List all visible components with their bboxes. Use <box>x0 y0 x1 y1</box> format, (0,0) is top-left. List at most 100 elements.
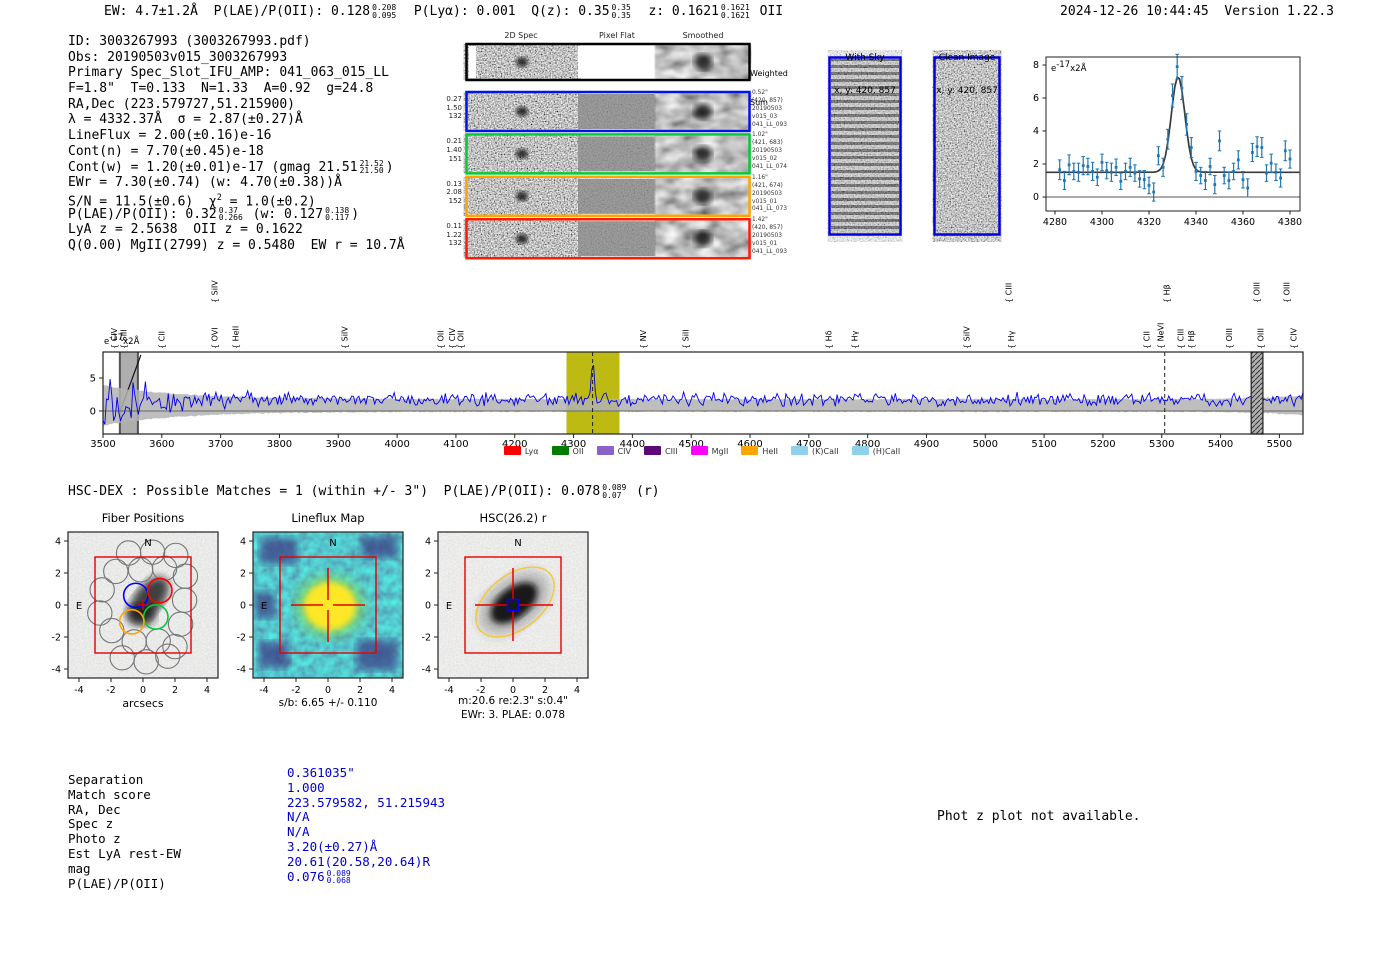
match-row-value: 223.579582, 51.215943 <box>287 794 446 810</box>
svg-text:{ SiIV: { SiIV <box>341 326 350 349</box>
svg-text:5000: 5000 <box>973 439 998 450</box>
spec2d-row-annotation: 1.42" (420, 857) 20190503 v015_01 041_LL_093 <box>752 217 787 255</box>
svg-text:-4: -4 <box>422 665 431 676</box>
fiber-positions-title: Fiber Positions <box>101 511 185 525</box>
svg-text:{ Hβ: { Hβ <box>1162 284 1171 303</box>
svg-text:-4: -4 <box>52 665 61 676</box>
spec2d-row-annotation: 1.16" (421, 674) 20190503 v015_01 041_LL_073 <box>752 174 787 213</box>
match-row-value: 0.361035" <box>287 765 355 780</box>
svg-text:-2: -2 <box>237 633 246 644</box>
svg-text:5: 5 <box>90 374 96 385</box>
timestamp-version: 2024-12-26 10:44:45 Version 1.22.3 <box>1060 4 1334 19</box>
svg-text:0: 0 <box>55 601 61 612</box>
svg-text:N: N <box>514 538 521 549</box>
match-row-label: Separation <box>68 772 144 787</box>
svg-text:0: 0 <box>90 407 96 418</box>
svg-text:2: 2 <box>425 569 431 580</box>
legend-swatch <box>741 446 759 455</box>
legend-label: OII <box>572 447 584 456</box>
match-row-label: P(LAE)/P(OII) <box>68 875 166 891</box>
match-row-value: N/A <box>287 809 310 825</box>
svg-text:4: 4 <box>55 537 61 548</box>
match-row-label: mag <box>68 860 91 876</box>
svg-text:4280: 4280 <box>1043 217 1067 228</box>
svg-text:-4: -4 <box>259 685 268 696</box>
svg-text:-2: -2 <box>52 633 61 644</box>
svg-text:0: 0 <box>1033 192 1039 203</box>
info-line: RA,Dec (223.579727,51.215900) <box>68 96 295 112</box>
hsc-subtitle-2: EWr: 3. PLAE: 0.078 <box>460 709 566 721</box>
hsc-cutout-title: HSC(26.2) r <box>479 511 547 525</box>
svg-text:4: 4 <box>389 685 395 696</box>
svg-text:0: 0 <box>240 601 246 612</box>
main-spectrum-plot: 3500 3600 3700 3800 3900 4000 4100 4200 4300 4400… <box>90 351 1304 450</box>
legend-item: HeII <box>741 446 778 456</box>
svg-text:E: E <box>76 601 82 612</box>
svg-text:{ CIII: { CIII <box>1176 329 1185 349</box>
match-table-values: 0.361035" 1.000 223.579582, 51.215943 N/A N/… <box>287 765 446 884</box>
hsc-subtitle-1: m:20.6 re:2.3" s:0.4" <box>458 695 568 707</box>
match-row-value: 20.61(20.58,20.64)R <box>287 853 430 869</box>
line-fit-plot: 4280 4300 4320 4340 4360 4380 0 2 4 6 8 <box>1033 53 1302 228</box>
svg-text:{ OIII: { OIII <box>1256 328 1265 349</box>
spec2d-header-pixelflat: Pixel Flat <box>599 31 635 40</box>
spectrum-units-annotation: e-17x2Å <box>104 333 140 347</box>
legend-swatch <box>643 446 661 455</box>
photz-note: Phot z plot not available. <box>937 809 1141 824</box>
lineflux-map-title: Lineflux Map <box>291 511 365 525</box>
hsc-dex-match-line: HSC-DEX : Possible Matches = 1 (within +… <box>68 483 660 500</box>
match-row-value: 3.20(±0.27)Å <box>287 838 378 854</box>
svg-text:{ NeVI: { NeVI <box>1156 323 1165 349</box>
fiber-xlabel: arcsecs <box>122 697 164 710</box>
match-row-label: Match score <box>68 786 151 802</box>
legend-label: HeII <box>762 447 779 456</box>
info-line: LineFlux = 2.00(±0.16)e-16 <box>68 128 272 144</box>
svg-text:-4: -4 <box>74 685 83 696</box>
svg-text:4: 4 <box>1033 126 1039 137</box>
match-row-label: Photo z <box>68 831 121 847</box>
svg-text:4000: 4000 <box>384 439 409 450</box>
info-line: Q(0.00) MgII(2799) z = 0.5480 EW r = 10.… <box>68 237 405 253</box>
spec2d-header-2dspec: 2D Spec <box>504 31 538 40</box>
lineflux-map-plot: -4 -2 0 2 4 -4 -2 0 2 4 N E <box>237 531 404 696</box>
match-row-label: Spec z <box>68 816 114 832</box>
timestamp: 2024-12-26 10:44:45 <box>1060 4 1209 19</box>
svg-text:0: 0 <box>325 685 331 696</box>
legend-label: CIV <box>617 447 631 456</box>
svg-text:-2: -2 <box>106 685 115 696</box>
legend-swatch <box>791 446 809 455</box>
spectrum-line-labels: { CIV { SiII { CII { SiIV { OVI { HeII { SiIV {… <box>110 280 1298 349</box>
legend-item: CIII <box>643 446 678 456</box>
spectrum-legend: Lyα OII CIV CIII MgII HeII (K)CaII (H)CaII <box>462 446 942 456</box>
spec2d-header-smoothed: Smoothed <box>682 31 724 40</box>
version-label: Version 1.22.3 <box>1224 4 1334 19</box>
info-line: Cont(w) = 1.20(±0.01)e-17 (gmag 21.51 21.… <box>68 158 394 176</box>
info-line: LyA z = 2.5638 OII z = 0.1622 <box>68 222 303 238</box>
legend-item: (H)CaII <box>851 446 901 456</box>
svg-text:3600: 3600 <box>149 439 174 450</box>
svg-text:4380: 4380 <box>1278 217 1302 228</box>
svg-text:{ Hγ: { Hγ <box>1007 330 1016 349</box>
svg-text:N: N <box>329 538 336 549</box>
svg-text:5200: 5200 <box>1090 439 1115 450</box>
legend-label: (H)CaII <box>872 447 901 456</box>
svg-text:-2: -2 <box>291 685 300 696</box>
svg-text:2: 2 <box>1033 159 1039 170</box>
info-line: P(LAE)/P(OII): 0.32 0.37 0.266 (w: 0.127 0.… <box>68 205 360 223</box>
svg-text:3900: 3900 <box>326 439 351 450</box>
svg-text:{ OIII: { OIII <box>1225 328 1234 349</box>
match-row-value: N/A <box>287 824 310 840</box>
legend-label: CIII <box>664 447 678 456</box>
svg-text:2: 2 <box>357 685 363 696</box>
svg-text:{ NV: { NV <box>639 329 648 349</box>
legend-swatch <box>690 446 708 455</box>
svg-text:{ SiII: { SiII <box>682 329 691 349</box>
svg-text:5500: 5500 <box>1267 439 1292 450</box>
legend-label: Lyα <box>524 447 539 456</box>
svg-text:-4: -4 <box>237 665 246 676</box>
legend-swatch <box>551 446 569 455</box>
svg-text:{ SiIV: { SiIV <box>962 326 971 349</box>
svg-text:4300: 4300 <box>1090 217 1114 228</box>
svg-text:{ Hδ: { Hδ <box>825 330 834 349</box>
match-row-value: 1.000 <box>287 779 325 795</box>
